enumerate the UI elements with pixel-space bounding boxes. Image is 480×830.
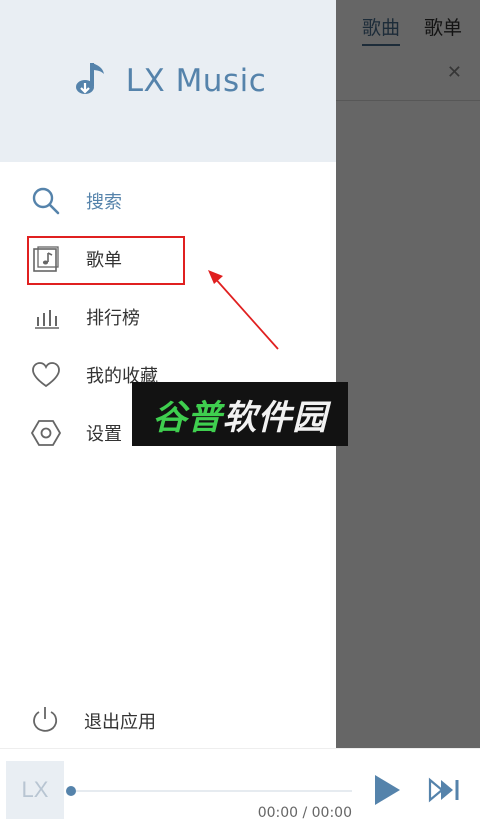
navigation-drawer: LX Music 搜索 歌单 排行榜 我的收藏 设置 退出应用 — [0, 0, 336, 748]
progress-knob[interactable] — [66, 786, 76, 796]
watermark-text-green: 谷普 — [152, 397, 223, 438]
menu-item-label: 排行榜 — [86, 308, 140, 329]
power-icon — [30, 704, 60, 738]
menu-item-leaderboard[interactable]: 排行榜 — [0, 288, 336, 346]
search-icon — [30, 185, 62, 217]
exit-label: 退出应用 — [84, 712, 156, 733]
heart-icon — [30, 359, 62, 391]
watermark: 谷普 软件园 — [132, 382, 348, 446]
music-note-icon — [70, 59, 110, 103]
menu-item-label: 设置 — [86, 424, 122, 445]
settings-icon — [30, 417, 62, 449]
menu-item-search[interactable]: 搜索 — [0, 172, 336, 230]
leaderboard-icon — [30, 301, 62, 333]
next-track-icon[interactable] — [428, 777, 462, 803]
exit-app-button[interactable]: 退出应用 — [0, 692, 336, 750]
album-art[interactable]: LX — [6, 761, 64, 819]
drawer-header: LX Music — [0, 0, 336, 162]
play-icon[interactable] — [372, 773, 402, 807]
watermark-text-white: 软件园 — [222, 397, 328, 438]
playback-time: 00:00 / 00:00 — [257, 805, 352, 821]
menu-item-label: 搜索 — [86, 192, 122, 213]
highlight-box — [27, 236, 185, 285]
app-title: LX Music — [125, 63, 267, 99]
progress-bar[interactable] — [70, 790, 352, 792]
player-bar: LX 00:00 / 00:00 — [0, 748, 480, 830]
